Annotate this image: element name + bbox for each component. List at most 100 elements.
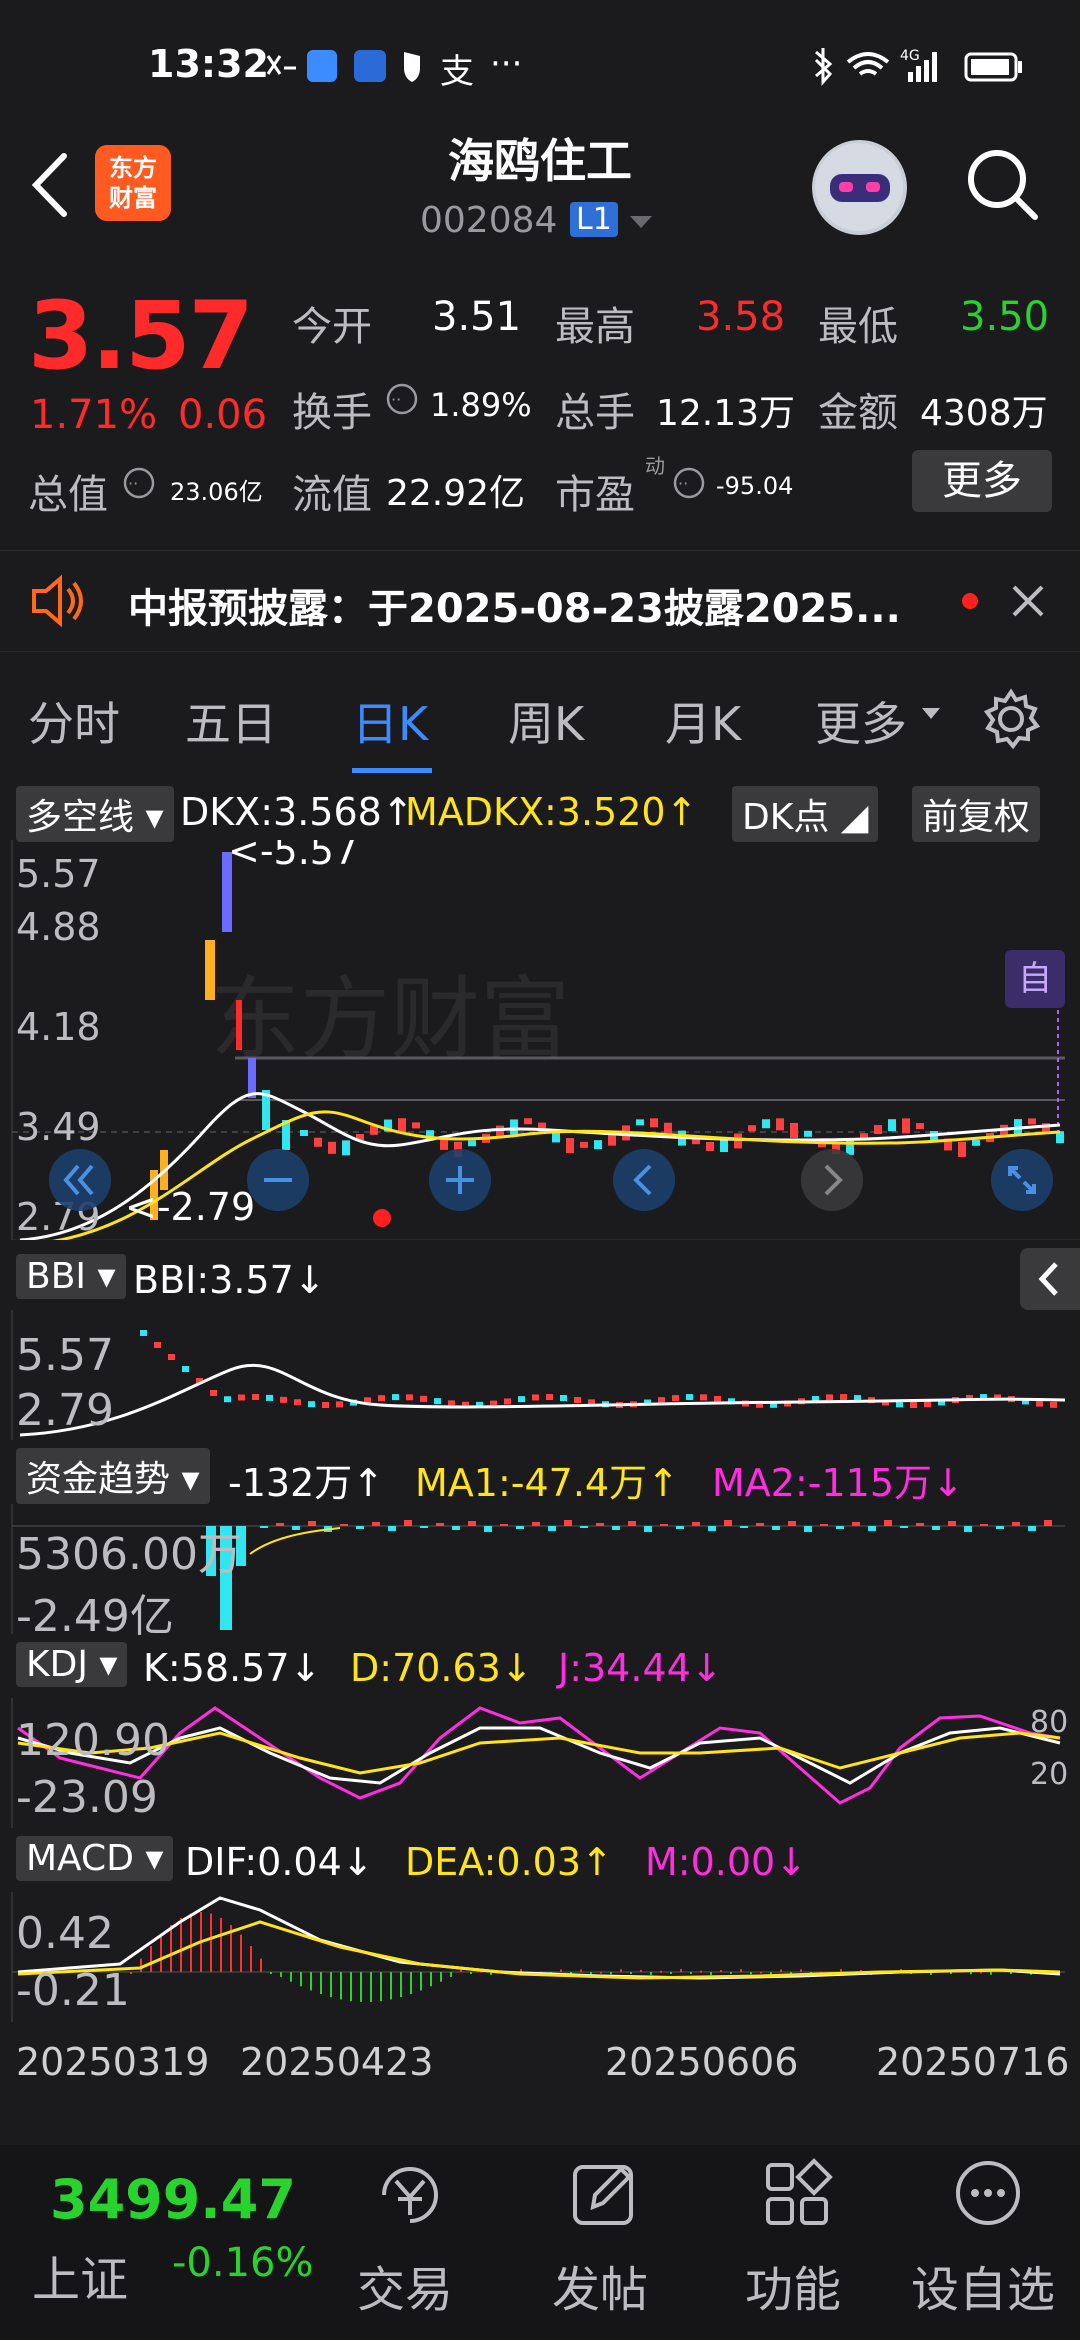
y-label: 5306.00万 xyxy=(16,1529,242,1580)
tab-rik[interactable]: 日K xyxy=(352,688,428,754)
bbi-bar xyxy=(658,1397,665,1404)
zoom-in-icon[interactable] xyxy=(428,1148,492,1212)
indicator-select-dkx[interactable]: 多空线 ▾ xyxy=(16,786,174,842)
bbi-bar xyxy=(238,1394,245,1401)
info-icon[interactable]: ·· xyxy=(385,382,419,416)
main-indicator-row: 多空线 ▾ DKX:3.568↑ MADKX:3.520↑ DK点 ◢ 前复权 xyxy=(0,780,1080,842)
y-label: -23.09 xyxy=(16,1772,158,1823)
macd-bar xyxy=(320,1972,322,1995)
y-label: 5.57 xyxy=(16,852,101,896)
date-label: 20250716 xyxy=(876,2040,1070,2084)
fund-bar xyxy=(260,1526,268,1528)
fund-bar xyxy=(948,1521,956,1526)
tab-yuek[interactable]: 月K xyxy=(665,688,741,754)
open-value: 3.51 xyxy=(432,294,522,340)
indicator-select-kdj[interactable]: KDJ ▾ xyxy=(16,1642,128,1687)
volume-value: 12.13万 xyxy=(656,393,796,434)
current-price: 3.57 xyxy=(28,282,254,391)
index-value[interactable]: 3499.47 xyxy=(50,2168,296,2231)
level-badge[interactable]: L1 xyxy=(570,202,618,237)
tab-more[interactable]: 更多 xyxy=(815,688,907,754)
fund-bar xyxy=(420,1526,428,1528)
fund-bar xyxy=(1012,1522,1020,1526)
fund-bar xyxy=(788,1521,796,1526)
settings-gear-icon[interactable] xyxy=(980,688,1042,750)
more-dropdown-icon[interactable] xyxy=(920,706,942,722)
indicator-select-macd[interactable]: MACD ▾ xyxy=(16,1836,174,1881)
fund-bar xyxy=(468,1521,476,1526)
candle xyxy=(790,1122,798,1138)
macd-bar xyxy=(270,1972,272,1974)
indicator-select-bbi[interactable]: BBI ▾ xyxy=(16,1254,126,1299)
more-quote-button[interactable]: 更多 xyxy=(912,450,1052,512)
assistant-avatar[interactable] xyxy=(812,140,907,235)
bbi-chart[interactable] xyxy=(0,1310,1080,1440)
macd-bar xyxy=(130,1972,132,1974)
tab-zhouk[interactable]: 周K xyxy=(508,688,584,754)
dk-point-button[interactable]: DK点 ◢ xyxy=(732,786,879,842)
tab-fenshi[interactable]: 分时 xyxy=(28,688,120,754)
nav-watchlist[interactable]: 设自选 xyxy=(908,2155,1058,2325)
fund-bar xyxy=(772,1526,780,1530)
bbi-bar xyxy=(378,1395,385,1402)
dkx-value: DKX:3.568↑ xyxy=(180,790,414,834)
macd-bar xyxy=(390,1972,392,2000)
indicator-select-fund[interactable]: 资金趋势 ▾ xyxy=(16,1448,210,1504)
turnover-label: 换手 xyxy=(292,390,372,436)
kline-chart[interactable]: 东方财富 <-5.57 <-2.79 xyxy=(0,840,1080,1240)
min-price-marker: <-2.79 xyxy=(125,1185,255,1229)
stock-code[interactable]: 002084 xyxy=(420,200,557,241)
search-icon[interactable] xyxy=(965,145,1040,225)
bbi-bar xyxy=(154,1342,161,1348)
candle xyxy=(776,1118,784,1131)
alipay-icon: 支 xyxy=(440,52,474,92)
pe-label: 市盈 xyxy=(555,472,635,518)
volume-label: 总手 xyxy=(555,390,635,436)
fund-bar xyxy=(436,1523,444,1526)
close-icon[interactable] xyxy=(1008,581,1048,621)
fund-bar xyxy=(724,1520,732,1526)
scroll-left-fast-icon[interactable] xyxy=(48,1148,112,1212)
zoom-out-icon[interactable] xyxy=(246,1148,310,1212)
fullscreen-icon[interactable] xyxy=(990,1148,1054,1212)
date-label: 20250423 xyxy=(240,2040,434,2084)
macd-bar xyxy=(620,1969,622,1972)
fund-bar xyxy=(996,1526,1004,1529)
macd-bar xyxy=(470,1972,472,1974)
notice-bar[interactable]: 中报预披露：于2025-08-23披露2025... xyxy=(0,550,1080,652)
adjust-button[interactable]: 前复权 xyxy=(912,786,1041,842)
code-dropdown-icon[interactable] xyxy=(628,214,654,230)
info-icon[interactable]: ·· xyxy=(672,466,706,500)
bbi-bar xyxy=(546,1394,553,1401)
nav-functions[interactable]: 功能 xyxy=(718,2155,868,2325)
macd-bar xyxy=(840,1969,842,1972)
info-icon[interactable]: ·· xyxy=(122,466,156,500)
bbi-bar xyxy=(294,1399,301,1406)
kdj-right-label: 20 xyxy=(1030,1757,1069,1792)
status-system-icons: 4G xyxy=(814,48,1022,86)
macd-chart[interactable] xyxy=(0,1892,1080,2022)
self-select-tag[interactable]: 自 xyxy=(1005,950,1065,1008)
nav-post[interactable]: 发帖 xyxy=(525,2155,675,2325)
candle xyxy=(566,1138,574,1154)
scroll-right-icon[interactable] xyxy=(800,1148,864,1212)
macd-bar xyxy=(380,1972,382,2002)
index-percent: -0.16% xyxy=(172,2240,314,2286)
bbi-bar xyxy=(686,1394,693,1401)
macd-bar xyxy=(250,1945,252,1972)
functions-icon xyxy=(766,2158,833,2225)
tab-wuri[interactable]: 五日 xyxy=(185,688,277,754)
bbi-value: BBI:3.57↓ xyxy=(133,1258,326,1302)
scroll-left-icon[interactable] xyxy=(612,1148,676,1212)
collapse-panel-button[interactable] xyxy=(1020,1248,1080,1310)
low-label: 最低 xyxy=(818,304,898,350)
y-label: 0.42 xyxy=(16,1908,114,1959)
candle xyxy=(594,1140,602,1150)
index-name[interactable]: 上证 xyxy=(32,2240,128,2310)
candle xyxy=(720,1140,728,1153)
nav-trade[interactable]: 交易 xyxy=(330,2155,480,2325)
fund-bar xyxy=(980,1524,988,1526)
y-label: 3.49 xyxy=(16,1105,101,1149)
unread-dot xyxy=(962,593,978,609)
fund-bar xyxy=(500,1524,508,1526)
